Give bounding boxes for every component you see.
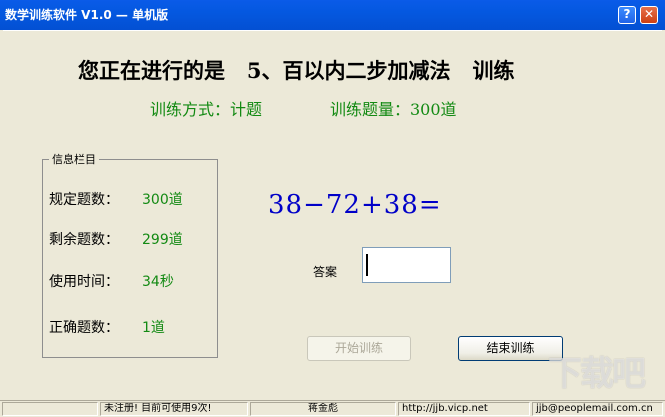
- help-button[interactable]: ?: [618, 6, 636, 24]
- remaining-count-value: 299道: [142, 232, 183, 248]
- status-author: 蒋金彪: [250, 402, 396, 416]
- correct-count-label: 正确题数：: [49, 320, 119, 336]
- training-headline: 您正在进行的是 5、百以内二步加减法 训练: [78, 58, 515, 83]
- status-website: http://jjb.vicp.net: [398, 402, 530, 416]
- required-count-label: 规定题数：: [49, 192, 119, 208]
- elapsed-time-value: 34秒: [142, 274, 174, 290]
- status-email: jjb@peoplemail.com.cn: [532, 402, 663, 416]
- status-pane-blank: [2, 402, 98, 416]
- watermark-logo: 下载吧: [548, 354, 646, 394]
- start-training-button[interactable]: 开始训练: [307, 336, 411, 361]
- training-count: 训练题量：300道: [330, 100, 457, 119]
- close-button[interactable]: ✕: [640, 6, 658, 24]
- question-equation: 38−72+38=: [268, 190, 442, 220]
- title-bar: 数学训练软件 V1.0 — 单机版 ? ✕: [0, 0, 665, 30]
- status-registration: 未注册! 目前可使用9次!: [100, 402, 248, 416]
- required-count-value: 300道: [142, 192, 183, 208]
- text-caret: [366, 254, 368, 276]
- info-group-title: 信息栏目: [49, 151, 99, 167]
- window-title: 数学训练软件 V1.0 — 单机版: [5, 8, 169, 22]
- answer-label: 答案: [313, 265, 338, 279]
- training-mode: 训练方式：计题: [150, 100, 263, 119]
- remaining-count-label: 剩余题数：: [49, 232, 119, 248]
- correct-count-value: 1道: [142, 320, 165, 336]
- elapsed-time-label: 使用时间：: [49, 274, 119, 290]
- answer-input[interactable]: [362, 247, 451, 283]
- status-bar: 未注册! 目前可使用9次! 蒋金彪 http://jjb.vicp.net jj…: [0, 400, 665, 417]
